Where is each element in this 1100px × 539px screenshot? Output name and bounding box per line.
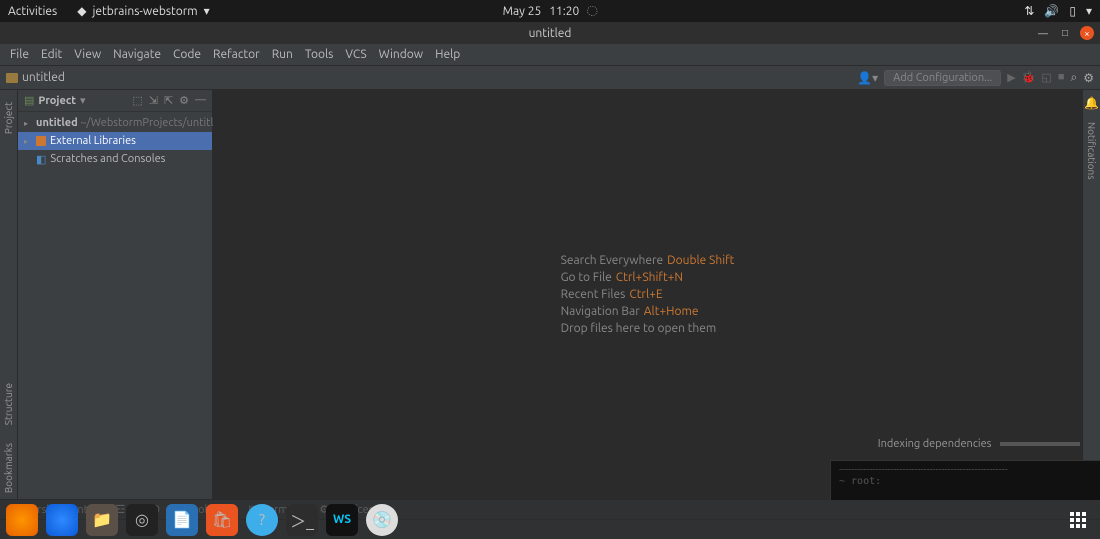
menu-refactor[interactable]: Refactor	[207, 48, 266, 61]
window-title: untitled	[529, 27, 572, 40]
gnome-dock: 📁 ◎ 📄 🛍 ? ＞_ WS 💿	[0, 500, 1100, 539]
tree-external-libraries[interactable]: ▸ External Libraries	[18, 132, 212, 150]
settings-icon[interactable]: ⚙	[179, 94, 189, 107]
add-configuration-button[interactable]: Add Configuration...	[884, 70, 1001, 86]
coverage-icon[interactable]: ◱	[1041, 71, 1051, 84]
expand-all-icon[interactable]: ⇲	[149, 94, 158, 107]
tab-project[interactable]: Project	[3, 96, 14, 140]
tree-root[interactable]: ▸ untitled ~/WebstormProjects/untitled	[18, 114, 212, 132]
dock-software[interactable]: 🛍	[206, 504, 238, 536]
tree-external-label: External Libraries	[50, 135, 136, 147]
webstorm-icon: ◆	[77, 4, 86, 18]
tab-notifications[interactable]: Notifications	[1086, 116, 1097, 186]
select-opened-file-icon[interactable]: ⬚	[132, 94, 142, 107]
library-icon	[36, 136, 46, 146]
dock-files[interactable]: 📁	[86, 504, 118, 536]
hide-icon[interactable]: —	[195, 94, 206, 107]
tree-scratches[interactable]: ◧ Scratches and Consoles	[18, 150, 212, 168]
menu-window[interactable]: Window	[373, 48, 429, 61]
menu-file[interactable]: File	[4, 48, 35, 61]
tree-root-path: ~/WebstormProjects/untitled	[80, 117, 226, 129]
chevron-down-icon[interactable]: ▾	[80, 94, 86, 107]
dock-help[interactable]: ?	[246, 504, 278, 536]
dock-show-apps[interactable]	[1070, 512, 1086, 528]
hint-drop-files: Drop files here to open them	[561, 322, 735, 335]
menu-code[interactable]: Code	[167, 48, 207, 61]
dock-rhythmbox[interactable]: ◎	[126, 504, 158, 536]
project-tw-header: ▤ Project ▾ ⬚ ⇲ ⇱ ⚙ —	[18, 90, 212, 112]
project-view-icon: ▤	[24, 94, 34, 107]
user-icon[interactable]: 👤▾	[857, 71, 878, 85]
tree-root-label: untitled	[36, 117, 78, 129]
chevron-down-icon: ▾	[204, 4, 210, 18]
menu-help[interactable]: Help	[429, 48, 466, 61]
search-icon[interactable]: ⌕	[1071, 71, 1078, 85]
project-tree[interactable]: ▸ untitled ~/WebstormProjects/untitled ▸…	[18, 112, 212, 170]
notification-icon[interactable]: ◌	[587, 5, 597, 18]
run-icon[interactable]: ▶	[1007, 71, 1015, 84]
menu-vcs[interactable]: VCS	[339, 48, 372, 61]
progress-label: Indexing dependencies	[878, 438, 992, 450]
breadcrumb[interactable]: untitled	[6, 71, 65, 84]
main-menu-bar: File Edit View Navigate Code Refactor Ru…	[0, 44, 1100, 66]
progress-indicator[interactable]: Indexing dependencies	[878, 438, 1080, 450]
breadcrumb-project: untitled	[22, 71, 65, 84]
gear-icon[interactable]: ⚙	[1083, 71, 1094, 85]
root-label: ~ root:	[839, 476, 1092, 487]
chevron-right-icon[interactable]: ▸	[24, 137, 32, 146]
bell-icon[interactable]: 🔔	[1084, 96, 1099, 110]
dock-terminal[interactable]: ＞_	[286, 504, 318, 536]
tree-scratches-label: Scratches and Consoles	[50, 153, 165, 165]
chevron-down-icon[interactable]: ▾	[1086, 4, 1092, 18]
hint-search-everywhere: Search EverywhereDouble Shift	[561, 254, 735, 267]
minimize-button[interactable]: —	[1036, 26, 1050, 40]
stop-icon[interactable]: ■	[1058, 71, 1065, 84]
dock-disc[interactable]: 💿	[366, 504, 398, 536]
progress-bar	[1000, 442, 1080, 446]
volume-icon[interactable]: 🔊	[1044, 4, 1059, 18]
gnome-top-bar: Activities ◆ jetbrains-webstorm ▾ May 25…	[0, 0, 1100, 22]
tab-bookmarks[interactable]: Bookmarks	[3, 437, 14, 499]
tab-structure[interactable]: Structure	[3, 377, 14, 431]
network-icon[interactable]: ⇅	[1024, 4, 1034, 18]
active-app-label: jetbrains-webstorm	[92, 5, 197, 18]
activities-button[interactable]: Activities	[8, 5, 57, 18]
folder-icon	[6, 73, 18, 83]
hint-go-to-file: Go to FileCtrl+Shift+N	[561, 271, 735, 284]
menu-navigate[interactable]: Navigate	[107, 48, 167, 61]
window-title-bar: untitled — □ ×	[0, 22, 1100, 44]
menu-run[interactable]: Run	[266, 48, 299, 61]
active-app-menu[interactable]: ◆ jetbrains-webstorm ▾	[77, 4, 209, 18]
debug-icon[interactable]: 🐞	[1022, 71, 1036, 84]
scratches-icon: ◧	[36, 153, 46, 166]
menu-edit[interactable]: Edit	[35, 48, 68, 61]
collapse-all-icon[interactable]: ⇱	[164, 94, 173, 107]
left-tool-stripe: Project Structure Bookmarks	[0, 90, 18, 499]
menu-view[interactable]: View	[68, 48, 107, 61]
hint-navigation-bar: Navigation BarAlt+Home	[561, 305, 735, 318]
clock-date[interactable]: May 25	[503, 5, 542, 18]
right-tool-stripe: 🔔 Notifications	[1082, 90, 1100, 499]
menu-tools[interactable]: Tools	[299, 48, 340, 61]
close-button[interactable]: ×	[1080, 26, 1094, 40]
battery-icon[interactable]: ▯	[1069, 4, 1076, 18]
hint-recent-files: Recent FilesCtrl+E	[561, 288, 735, 301]
project-tool-window: ▤ Project ▾ ⬚ ⇲ ⇱ ⚙ — ▸ untitled ~/Webst…	[18, 90, 213, 499]
chevron-right-icon[interactable]: ▸	[24, 119, 28, 128]
dock-firefox[interactable]	[6, 504, 38, 536]
maximize-button[interactable]: □	[1058, 26, 1072, 40]
dock-thunderbird[interactable]	[46, 504, 78, 536]
navigation-toolbar: untitled 👤▾ Add Configuration... ▶ 🐞 ◱ ■…	[0, 66, 1100, 90]
dock-writer[interactable]: 📄	[166, 504, 198, 536]
clock-time[interactable]: 11:20	[549, 5, 579, 18]
indexing-panel: ╌╌╌╌╌╌╌╌╌╌╌╌╌╌╌╌╌╌╌╌╌╌╌╌╌╌╌╌ ~ root:	[830, 460, 1100, 500]
dock-webstorm[interactable]: WS	[326, 504, 358, 536]
project-tw-title[interactable]: Project	[38, 95, 76, 107]
